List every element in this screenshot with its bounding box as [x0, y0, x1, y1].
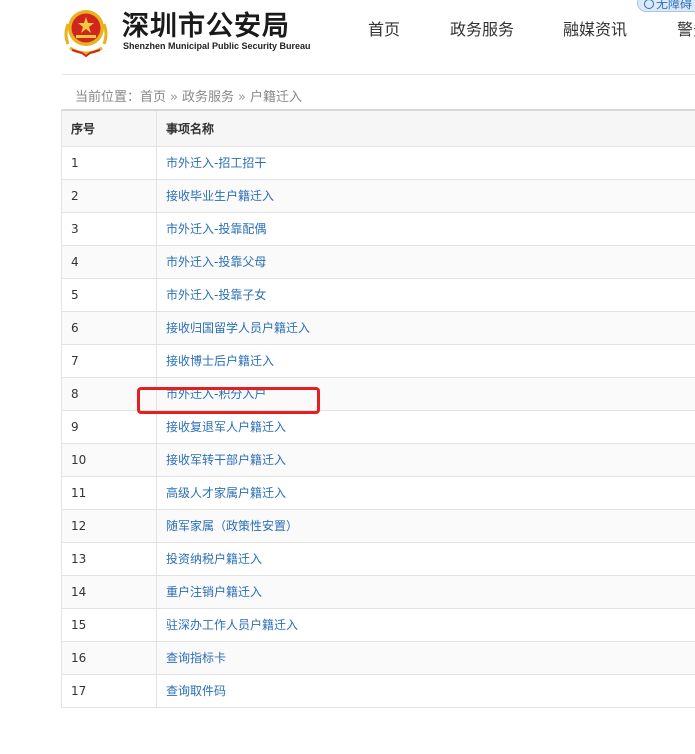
table-row: 16 查询指标卡 [61, 640, 695, 675]
breadcrumb: 当前位置：首页» 政务服务» 户籍迁入 [75, 86, 302, 105]
service-table-container: 序号 事项名称 1 市外迁入-招工招干 2 接收毕业生户籍迁入 3 市外迁入-投靠配偶 4 市… [61, 109, 695, 708]
row-item-cell: 接收归国留学人员户籍迁入 [156, 310, 695, 345]
table-row: 1 市外迁入-招工招干 [61, 145, 695, 180]
row-number: 8 [61, 376, 157, 411]
header-divider [62, 74, 695, 75]
service-item-link[interactable]: 查询指标卡 [166, 651, 226, 665]
row-item-cell: 市外迁入-投靠配偶 [156, 211, 695, 246]
row-number: 11 [61, 475, 157, 510]
row-item-cell: 查询取件码 [156, 673, 695, 708]
breadcrumb-separator: » [238, 90, 246, 105]
service-item-link[interactable]: 市外迁入-投靠父母 [166, 255, 266, 269]
nav-media-news[interactable]: 融媒资讯 [563, 16, 627, 40]
row-item-cell: 随军家属（政策性安置） [156, 508, 695, 543]
row-number: 2 [61, 178, 157, 213]
service-item-link[interactable]: 投资纳税户籍迁入 [166, 552, 262, 566]
breadcrumb-current: 户籍迁入 [249, 90, 302, 105]
table-row: 15 驻深办工作人员户籍迁入 [61, 607, 695, 642]
table-row: 14 重户注销户籍迁入 [61, 574, 695, 609]
table-row: 9 接收复退军人户籍迁入 [61, 409, 695, 444]
row-item-cell: 高级人才家属户籍迁入 [156, 475, 695, 510]
row-item-cell: 接收军转干部户籍迁入 [156, 442, 695, 477]
accessibility-button[interactable]: 无障碍 [637, 0, 695, 12]
service-item-link[interactable]: 查询取件码 [166, 684, 226, 698]
row-number: 6 [61, 310, 157, 345]
row-number: 9 [61, 409, 157, 444]
service-item-link[interactable]: 随军家属（政策性安置） [166, 519, 298, 533]
row-number: 15 [61, 607, 157, 642]
site-header: 深圳市公安局 Shenzhen Municipal Public Securit… [0, 0, 695, 74]
nav-government-services[interactable]: 政务服务 [450, 16, 514, 40]
service-item-link[interactable]: 驻深办工作人员户籍迁入 [166, 618, 298, 632]
row-number: 10 [61, 442, 157, 477]
nav-police-affairs[interactable]: 警务 [677, 16, 695, 40]
service-table: 序号 事项名称 1 市外迁入-招工招干 2 接收毕业生户籍迁入 3 市外迁入-投靠配偶 4 市… [61, 109, 695, 708]
service-item-link[interactable]: 市外迁入-投靠子女 [166, 288, 266, 302]
nav-home[interactable]: 首页 [368, 16, 400, 40]
row-item-cell: 市外迁入-投靠子女 [156, 277, 695, 312]
service-item-link[interactable]: 接收军转干部户籍迁入 [166, 453, 286, 467]
row-number: 17 [61, 673, 157, 708]
service-item-link[interactable]: 高级人才家属户籍迁入 [166, 486, 286, 500]
row-item-cell: 接收复退军人户籍迁入 [156, 409, 695, 444]
service-item-link[interactable]: 接收毕业生户籍迁入 [166, 189, 274, 203]
table-row: 11 高级人才家属户籍迁入 [61, 475, 695, 510]
table-row: 13 投资纳税户籍迁入 [61, 541, 695, 576]
table-header-row: 序号 事项名称 [61, 109, 695, 147]
breadcrumb-prefix: 当前位置： [75, 90, 141, 105]
column-header-number: 序号 [61, 109, 157, 147]
police-emblem-icon [64, 10, 108, 58]
row-number: 14 [61, 574, 157, 609]
table-row: 6 接收归国留学人员户籍迁入 [61, 310, 695, 345]
table-row: 17 查询取件码 [61, 673, 695, 708]
row-item-cell: 查询指标卡 [156, 640, 695, 675]
row-number: 4 [61, 244, 157, 279]
table-row: 7 接收博士后户籍迁入 [61, 343, 695, 378]
table-row: 5 市外迁入-投靠子女 [61, 277, 695, 312]
service-item-link[interactable]: 接收博士后户籍迁入 [166, 354, 274, 368]
row-item-cell: 投资纳税户籍迁入 [156, 541, 695, 576]
table-row: 8 市外迁入-积分入户 [61, 376, 695, 411]
row-item-cell: 市外迁入-投靠父母 [156, 244, 695, 279]
row-number: 7 [61, 343, 157, 378]
site-title: 深圳市公安局 [122, 11, 290, 42]
service-item-link[interactable]: 市外迁入-积分入户 [166, 387, 266, 401]
row-number: 1 [61, 145, 157, 180]
row-item-cell: 重户注销户籍迁入 [156, 574, 695, 609]
row-number: 5 [61, 277, 157, 312]
row-item-cell: 市外迁入-积分入户 [156, 376, 695, 411]
row-number: 3 [61, 211, 157, 246]
table-row: 2 接收毕业生户籍迁入 [61, 178, 695, 213]
row-number: 13 [61, 541, 157, 576]
row-item-cell: 驻深办工作人员户籍迁入 [156, 607, 695, 642]
column-header-item-name: 事项名称 [156, 109, 695, 147]
table-row: 12 随军家属（政策性安置） [61, 508, 695, 543]
accessibility-icon [644, 0, 654, 9]
table-row: 10 接收军转干部户籍迁入 [61, 442, 695, 477]
breadcrumb-home[interactable]: 首页 [140, 90, 166, 105]
service-item-link[interactable]: 重户注销户籍迁入 [166, 585, 262, 599]
row-number: 12 [61, 508, 157, 543]
row-number: 16 [61, 640, 157, 675]
service-item-link[interactable]: 市外迁入-招工招干 [166, 156, 266, 170]
accessibility-label: 无障碍 [656, 0, 693, 11]
service-item-link[interactable]: 接收归国留学人员户籍迁入 [166, 321, 310, 335]
service-item-link[interactable]: 市外迁入-投靠配偶 [166, 222, 266, 236]
service-item-link[interactable]: 接收复退军人户籍迁入 [166, 420, 286, 434]
table-row: 4 市外迁入-投靠父母 [61, 244, 695, 279]
row-item-cell: 市外迁入-招工招干 [156, 145, 695, 180]
row-item-cell: 接收博士后户籍迁入 [156, 343, 695, 378]
site-subtitle: Shenzhen Municipal Public Security Burea… [123, 41, 311, 51]
row-item-cell: 接收毕业生户籍迁入 [156, 178, 695, 213]
table-row: 3 市外迁入-投靠配偶 [61, 211, 695, 246]
breadcrumb-separator: » [170, 90, 178, 105]
breadcrumb-government-services[interactable]: 政务服务 [182, 90, 234, 105]
